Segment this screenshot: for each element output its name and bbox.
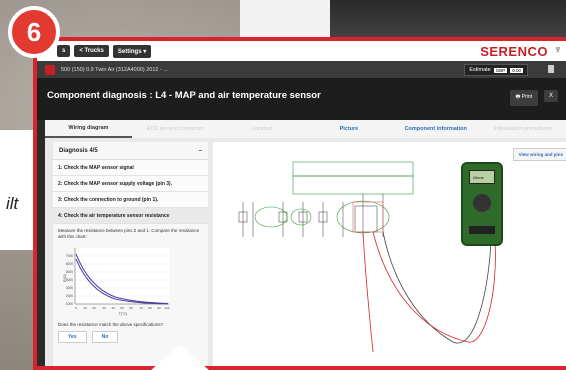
x-tick: 30 <box>102 306 106 310</box>
estimate-label: Estimate <box>469 67 491 73</box>
question-text: Does the resistance match the above spec… <box>58 322 164 328</box>
x-tick: 10 <box>83 306 87 310</box>
y-tick: 7000 <box>66 254 73 258</box>
x-tick: 40 <box>111 306 115 310</box>
main-content: Wiring diagram ECU pin and connector Loc… <box>45 120 566 366</box>
callout-pointer <box>150 345 210 370</box>
tab-ecu-pin: ECU pin and connector <box>146 126 204 132</box>
x-tick: 70 <box>139 306 143 310</box>
tab-location: Location <box>251 126 273 132</box>
vehicle-label: 500 (150) 0.9 Twin Air (312A4000) 2012 -… <box>61 66 168 73</box>
trucks-button[interactable]: < Trucks <box>74 45 109 57</box>
x-tick: 20 <box>92 306 96 310</box>
y-axis-label: R(Ω) <box>63 274 67 282</box>
multimeter-value: Ωhms <box>473 175 484 180</box>
diagnosis-title: Diagnosis 4/5 <box>59 147 98 154</box>
resistance-chart: 7000 6000 5000 4000 3000 2000 1000 0 10 … <box>63 248 173 316</box>
estimate-currency: GBP <box>493 67 508 73</box>
y-tick: 5000 <box>66 270 73 274</box>
print-button[interactable]: 🖶 Print <box>509 90 538 106</box>
vehicle-icon <box>45 64 55 75</box>
diagnosis-header[interactable]: Diagnosis 4/5 – <box>53 142 208 160</box>
trident-icon: ♆ <box>553 44 562 56</box>
diagnosis-step[interactable]: 3: Check the connection to ground (pin 1… <box>53 192 208 208</box>
x-axis-label: T(°C) <box>119 312 128 316</box>
app-window: s < Trucks Settings ▾ SERENCO ♆ 500 (150… <box>33 37 566 370</box>
answer-buttons: Yes No <box>58 331 208 344</box>
x-tick: 100 <box>164 306 169 310</box>
multimeter-image: Ωhms <box>461 162 503 246</box>
multimeter-screen: Ωhms <box>469 170 495 184</box>
wiring-diagram <box>238 161 496 353</box>
top-bar: s < Trucks Settings ▾ SERENCO ♆ <box>37 41 566 61</box>
step-instructions: Measure the resistance between pins 2 an… <box>58 228 200 240</box>
tab-bar: Wiring diagram ECU pin and connector Loc… <box>45 120 566 138</box>
settings-button[interactable]: Settings ▾ <box>112 44 152 58</box>
x-tick: 80 <box>148 306 152 310</box>
vehicle-bar: 500 (150) 0.9 Twin Air (312A4000) 2012 -… <box>37 61 566 78</box>
x-tick: 50 <box>120 306 124 310</box>
page-title: Component diagnosis : L4 - MAP and air t… <box>47 90 321 101</box>
no-button[interactable]: No <box>91 331 119 344</box>
tab-initialisation: Initialisation procedures <box>493 126 552 132</box>
side-text: ilt <box>6 194 19 213</box>
y-tick: 1000 <box>66 302 73 306</box>
estimate-amount: 0.00 <box>510 67 523 73</box>
multimeter-ports <box>469 226 495 234</box>
diagnosis-step[interactable]: 2: Check the MAP sensor supply voltage (… <box>53 176 208 192</box>
y-tick: 2000 <box>66 294 73 298</box>
yes-button[interactable]: Yes <box>58 331 87 344</box>
step-number-badge: 6 <box>8 6 60 58</box>
tab-picture[interactable]: Picture <box>305 120 392 138</box>
background-paper <box>240 0 330 40</box>
diagnosis-step[interactable]: 1: Check the MAP sensor signal <box>53 160 208 176</box>
y-tick: 6000 <box>66 262 73 266</box>
diagnosis-step-active[interactable]: 4: Check the air temperature sensor resi… <box>53 208 208 224</box>
x-tick: 90 <box>157 306 161 310</box>
brand-logo: SERENCO <box>480 44 548 59</box>
x-tick: 60 <box>129 306 133 310</box>
tab-wiring-diagram[interactable]: Wiring diagram <box>45 120 132 138</box>
wiring-diagram-panel: View wiring and pins Ωhms <box>213 142 566 366</box>
multimeter-dial <box>473 194 491 212</box>
y-tick: 4000 <box>66 278 73 282</box>
diagnosis-panel: Diagnosis 4/5 – 1: Check the MAP sensor … <box>53 142 208 366</box>
close-button[interactable]: X <box>543 90 558 102</box>
collapse-icon[interactable]: – <box>199 148 202 154</box>
page-header: Component diagnosis : L4 - MAP and air t… <box>37 78 566 120</box>
back-button[interactable]: s <box>57 45 71 57</box>
trash-icon[interactable] <box>548 65 554 73</box>
x-tick: 0 <box>75 306 77 310</box>
background-dark-surface <box>330 0 566 40</box>
y-tick: 3000 <box>66 286 73 290</box>
tab-component-information[interactable]: Component information <box>392 120 479 138</box>
estimate-box[interactable]: Estimate GBP 0.00 <box>464 64 528 76</box>
